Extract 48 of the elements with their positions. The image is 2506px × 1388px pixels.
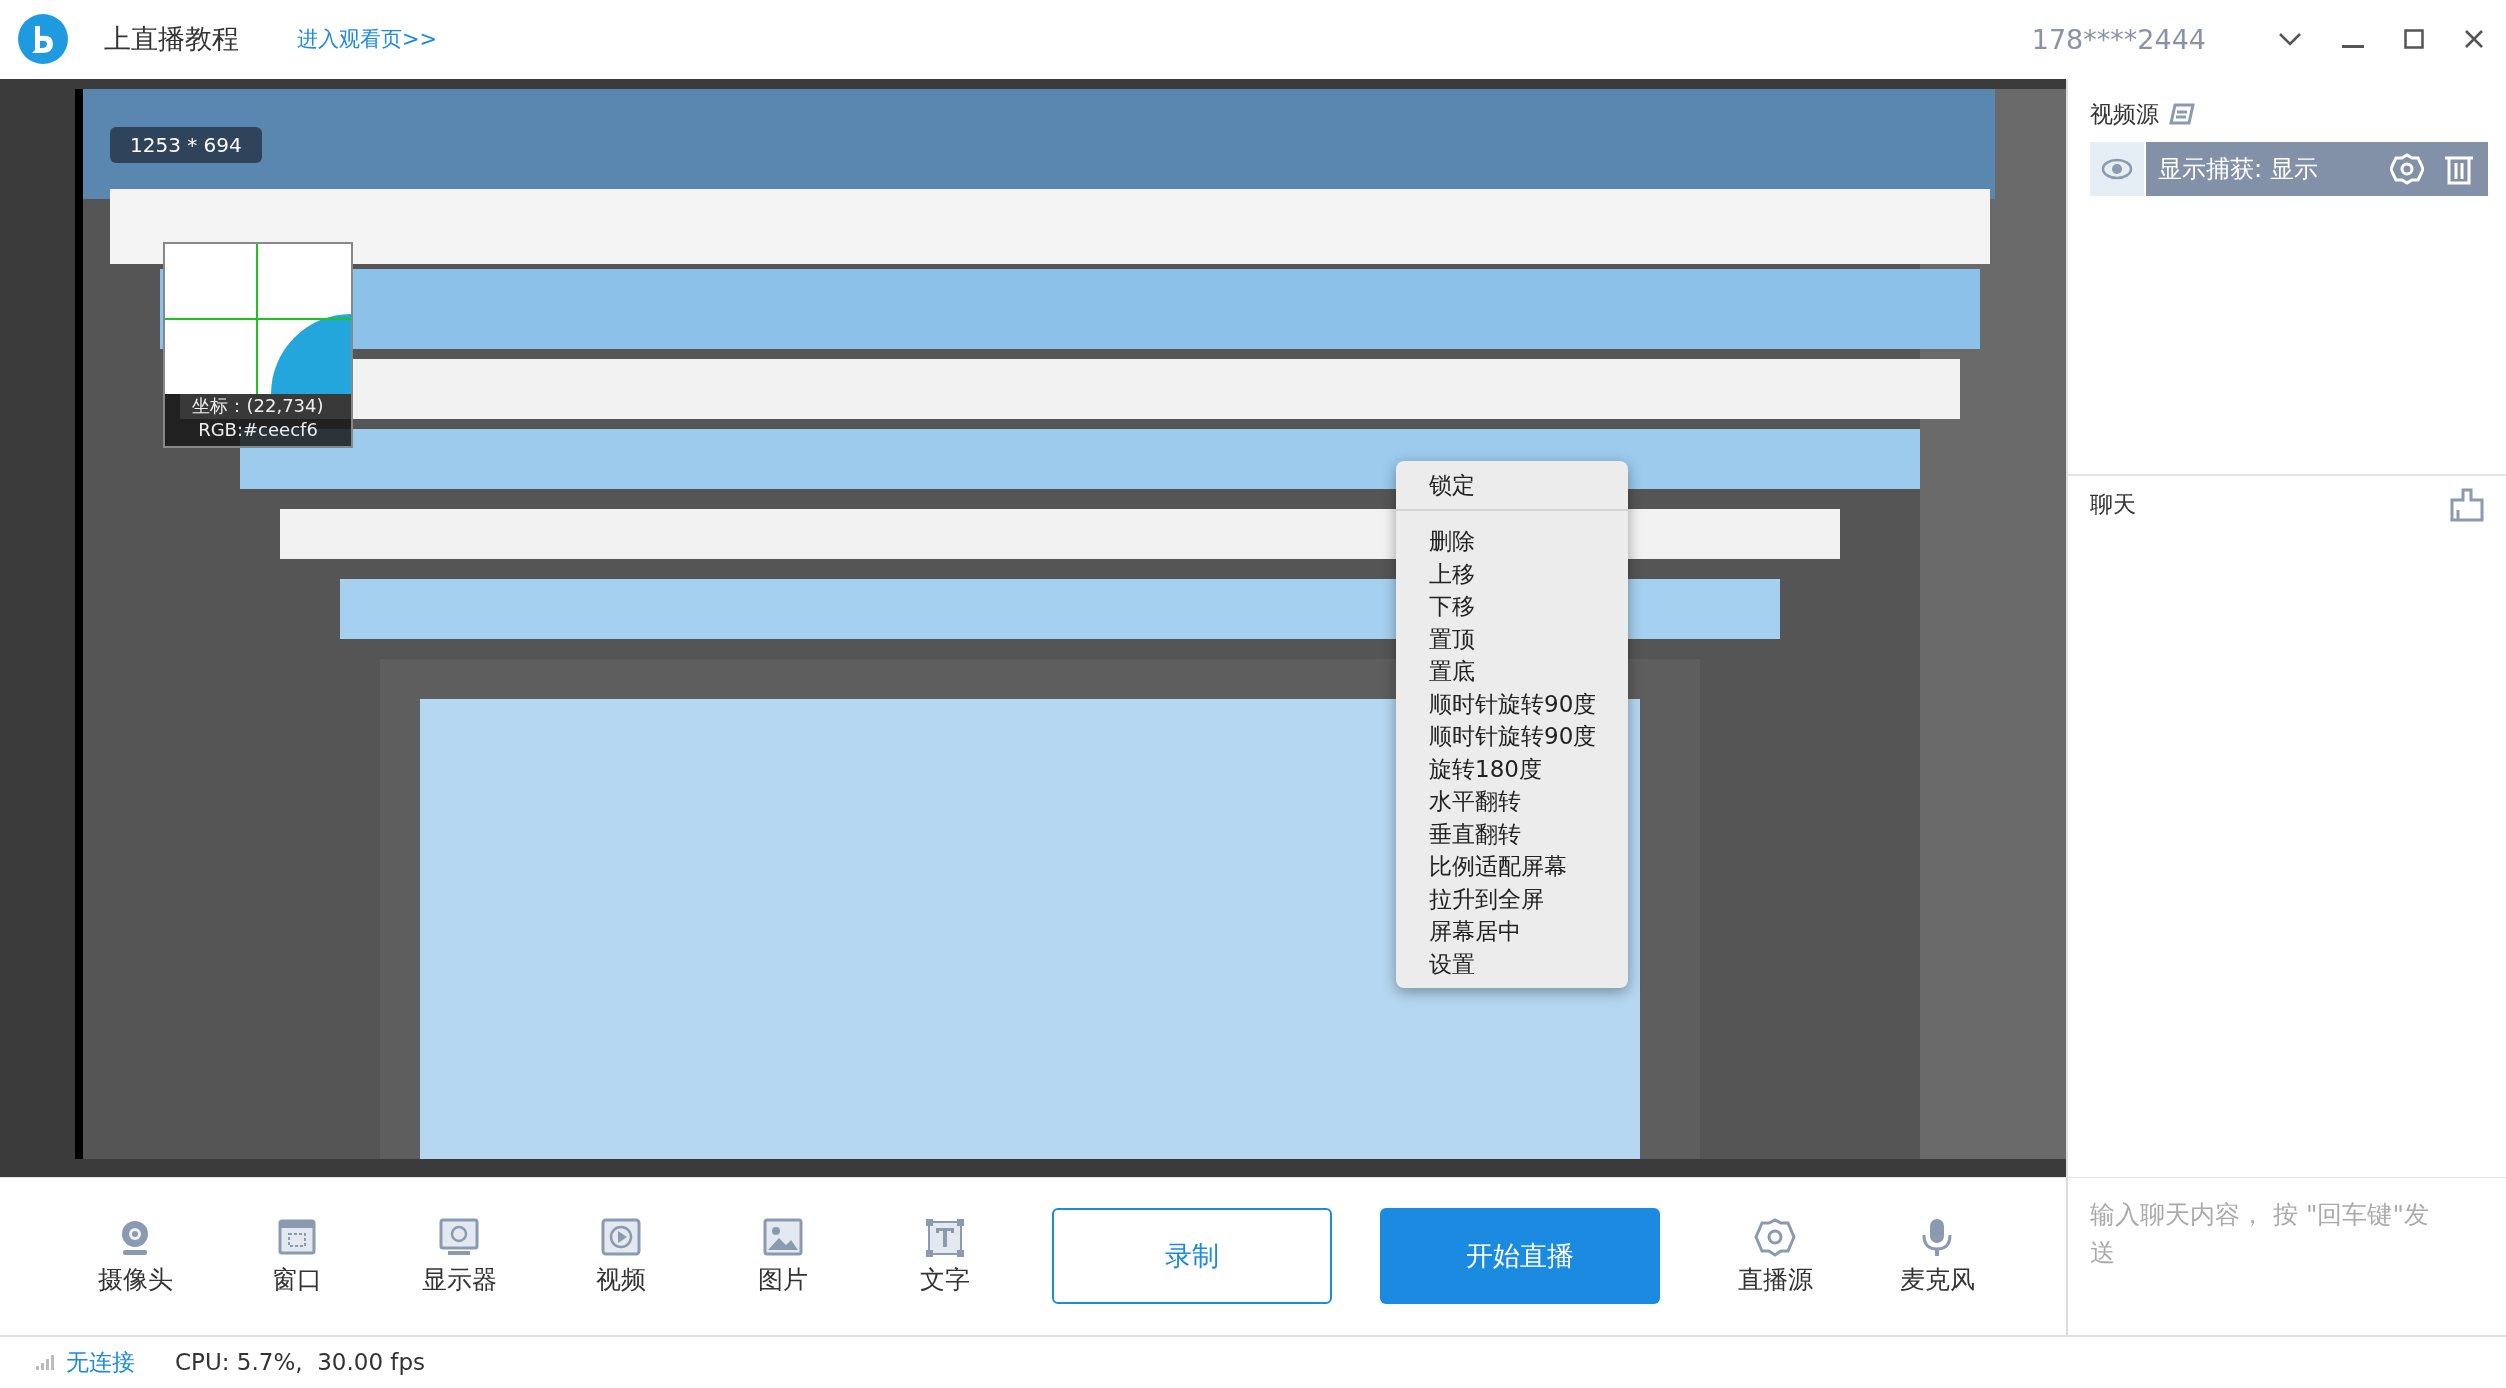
menu-item[interactable]: 置顶 (1396, 622, 1628, 656)
toolbar-button[interactable]: 显示器 (404, 1216, 514, 1296)
eye-icon (2101, 157, 2133, 180)
maximize-icon[interactable] (2404, 29, 2424, 50)
minimize-icon[interactable] (2342, 45, 2364, 50)
menu-item[interactable]: 顺时针旋转90度 (1396, 687, 1628, 721)
toolbar-button[interactable]: 摄像头 (80, 1216, 190, 1296)
menu-item[interactable]: 垂直翻转 (1396, 817, 1628, 851)
menu-item[interactable]: 设置 (1396, 947, 1628, 981)
menu-item[interactable]: 水平翻转 (1396, 785, 1628, 818)
menu-item[interactable]: 置底 (1396, 655, 1628, 688)
chevron-down-icon[interactable] (2278, 31, 2302, 48)
menu-item[interactable]: 拉升到全屏 (1396, 882, 1628, 916)
window-title: 上直播教程 (104, 22, 239, 57)
watch-page-link[interactable]: 进入观看页>> (297, 25, 438, 54)
menu-item[interactable]: 屏幕居中 (1396, 915, 1628, 948)
toolbar-button[interactable]: 直播源 (1720, 1216, 1830, 1296)
source-name: 显示捕获: 显示 (2158, 153, 2319, 185)
magnified-view-icon (165, 243, 351, 394)
toolbar-button[interactable]: 视频 (566, 1216, 676, 1296)
menu-item[interactable]: 锁定 (1396, 468, 1628, 512)
menu-item[interactable]: 比例适配屏幕 (1396, 850, 1628, 883)
record-button[interactable]: 录制 (1052, 1208, 1332, 1305)
app-logo-icon (18, 14, 68, 65)
menu-item[interactable]: 下移 (1396, 590, 1628, 623)
settings-icon[interactable] (2390, 152, 2424, 185)
settings-icon (1754, 1216, 1796, 1259)
toolbar-button[interactable]: 麦克风 (1882, 1216, 1992, 1296)
connection-status: 无连接 (66, 1347, 135, 1377)
toolbar-button[interactable]: 窗口 (242, 1216, 352, 1296)
close-icon[interactable] (2464, 29, 2484, 50)
visibility-toggle[interactable] (2090, 141, 2144, 196)
menu-item[interactable]: 上移 (1396, 557, 1628, 591)
toolbar-button[interactable]: 文字 (890, 1216, 1000, 1296)
chat-title: 聊天 (2090, 490, 2136, 520)
menu-item[interactable]: 删除 (1396, 525, 1628, 558)
color-readout: RGB:#ceecf6 (198, 417, 318, 442)
menu-item[interactable]: 旋转180度 (1396, 752, 1628, 786)
size-label: 1253 * 694 (110, 126, 262, 163)
play-icon (600, 1216, 642, 1259)
performance-stats: CPU: 5.7%, 30.00 fps (175, 1349, 426, 1376)
signal-icon (36, 1354, 56, 1371)
sources-title: 视频源 (2090, 99, 2159, 129)
toolbar-button[interactable]: 图片 (728, 1216, 838, 1296)
start-live-button[interactable]: 开始直播 (1380, 1208, 1660, 1305)
image-icon (762, 1216, 804, 1259)
coordinates-readout: 坐标：(22,734) (192, 393, 324, 418)
menu-item[interactable]: 顺时针旋转90度 (1396, 720, 1628, 753)
